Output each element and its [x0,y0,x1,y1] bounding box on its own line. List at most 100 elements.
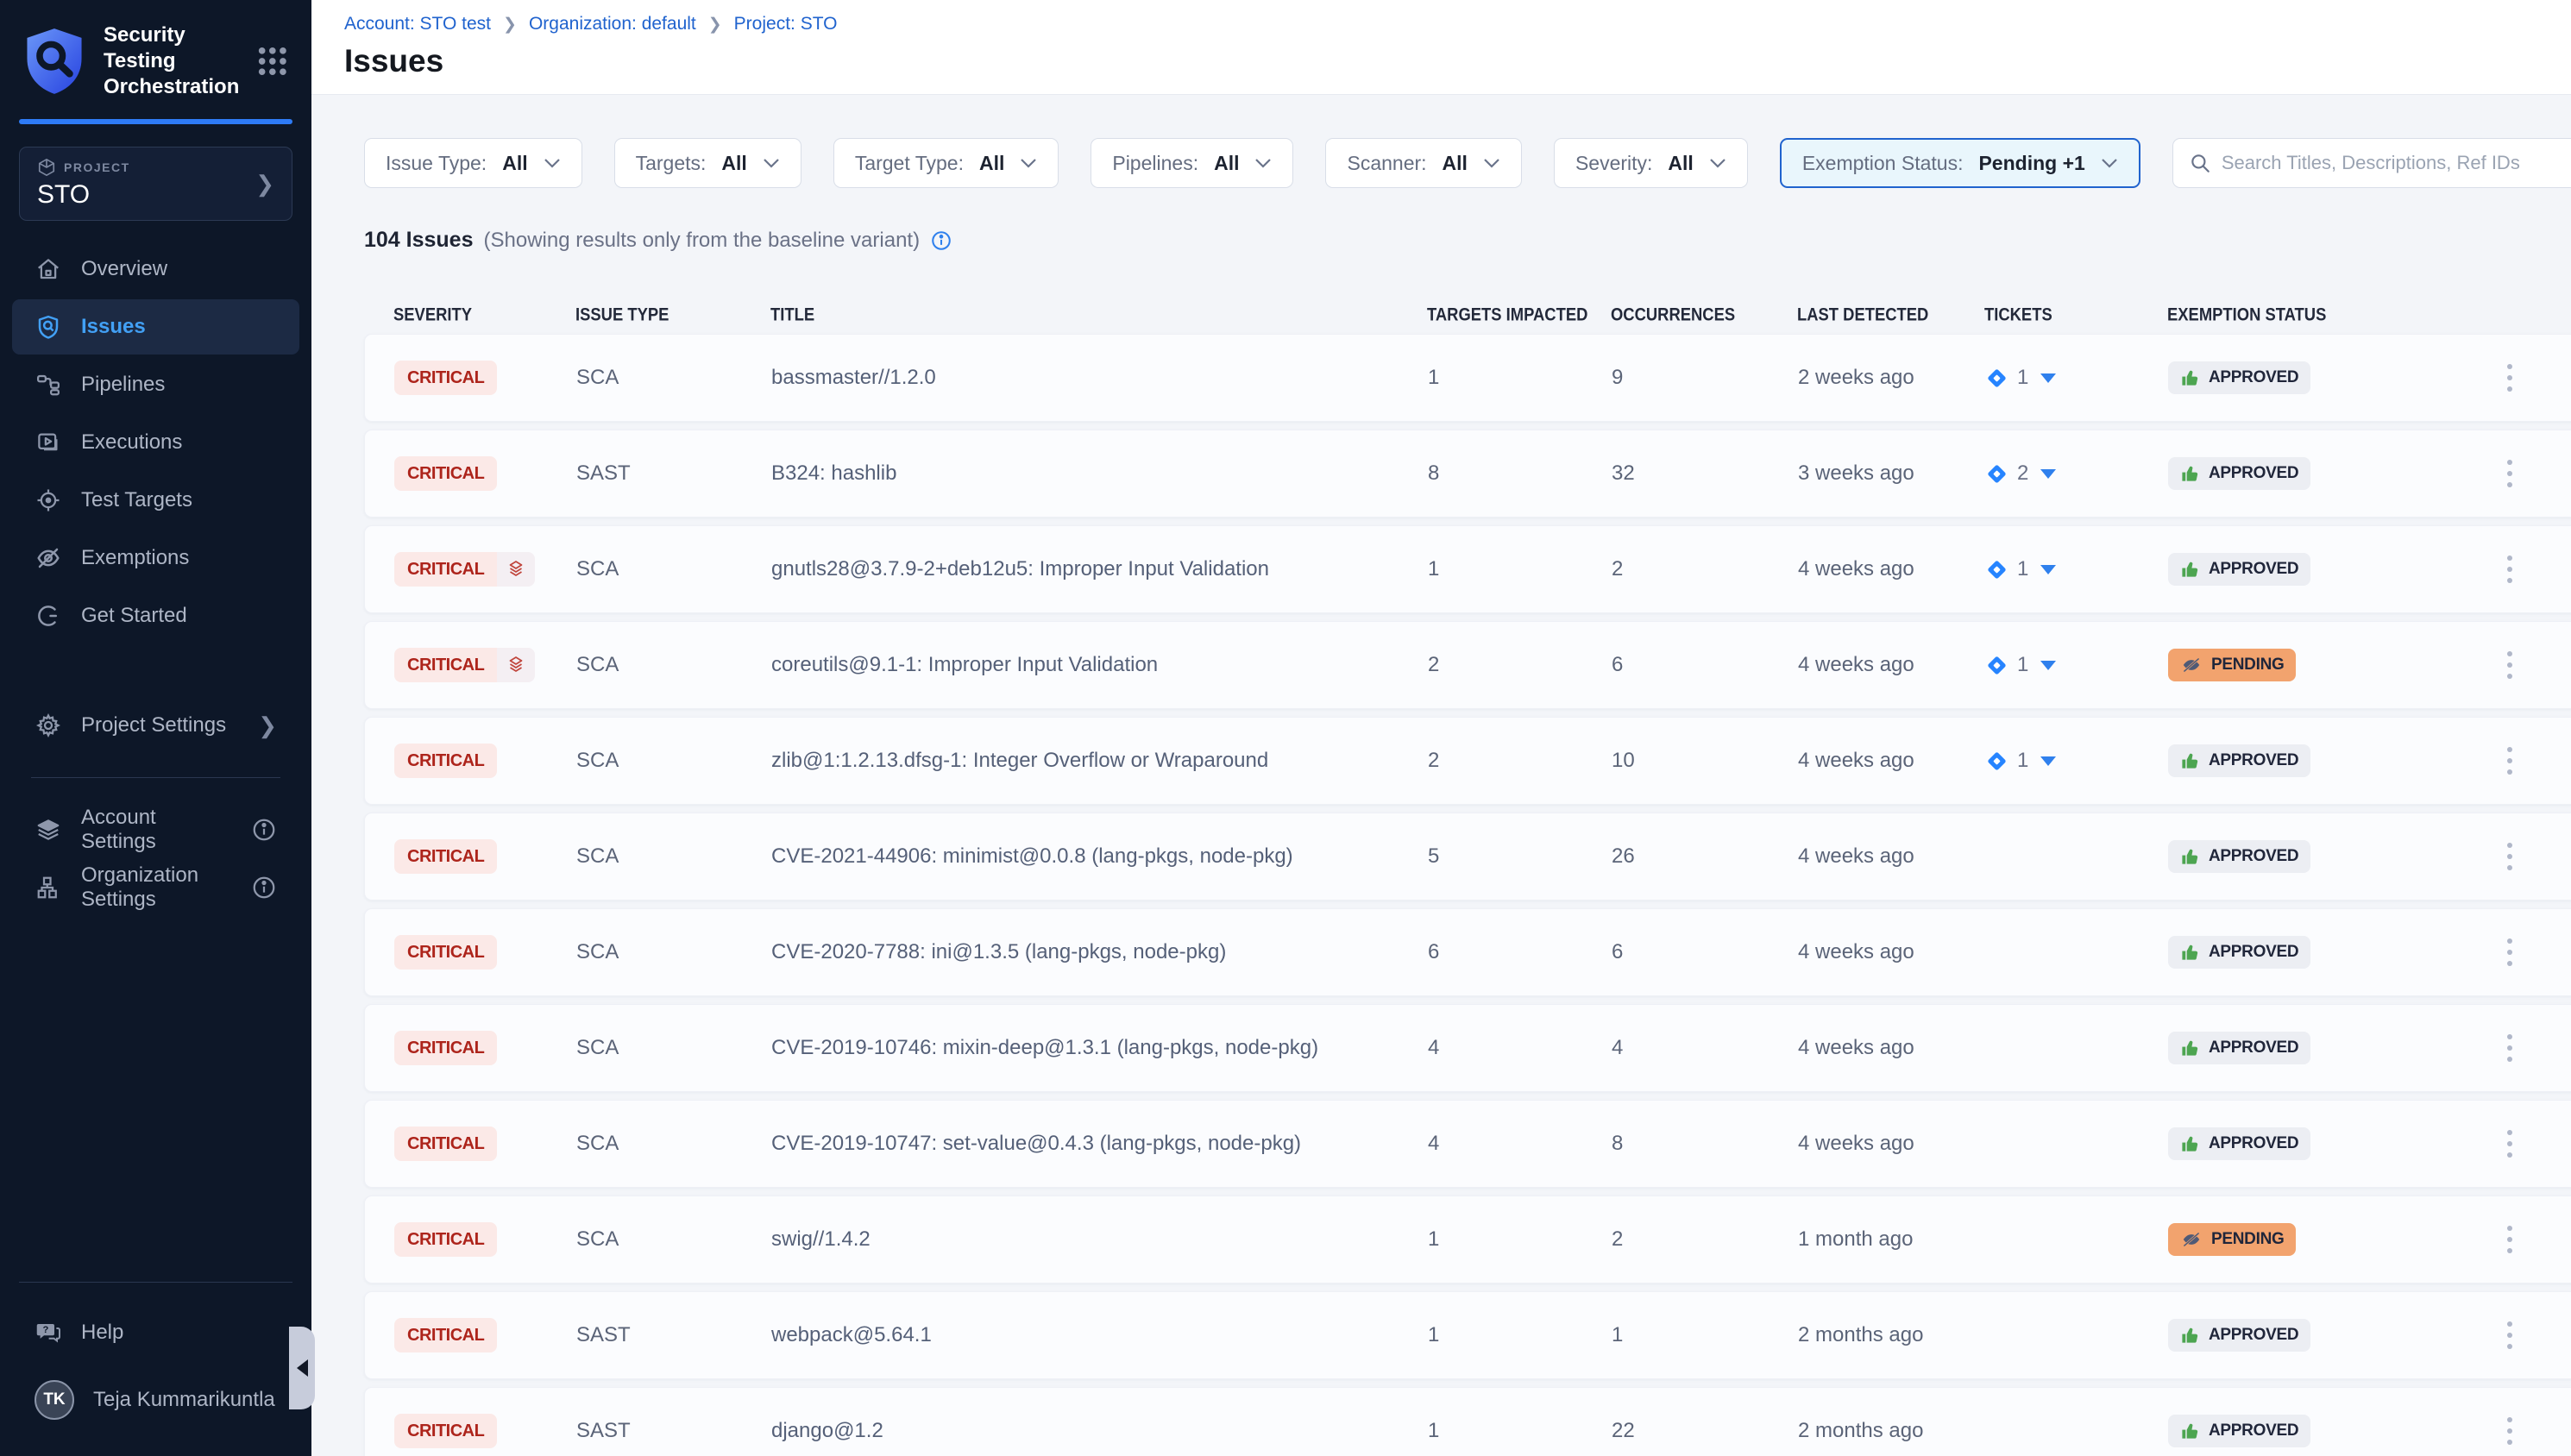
row-menu-kebab[interactable] [2495,740,2524,781]
sidebar-item-overview[interactable]: Overview [12,242,299,297]
sidebar-item-executions[interactable]: Executions [12,415,299,470]
col-header-tickets: TICKETS [1984,304,2153,325]
table-row[interactable]: CRITICAL SCA CVE-2021-44906: minimist@0.… [364,813,2571,901]
caret-down-icon[interactable] [2040,373,2056,383]
chevron-right-icon: ❯ [258,712,277,739]
table-row[interactable]: CRITICAL SCA CVE-2019-10747: set-value@0… [364,1100,2571,1188]
breadcrumb-account[interactable]: Account: STO test [344,14,491,35]
severity-badge: CRITICAL [394,361,497,395]
breadcrumb-organization[interactable]: Organization: default [529,14,696,35]
severity-label: CRITICAL [394,935,497,970]
sidebar-item-label: Test Targets [81,488,192,512]
table-row[interactable]: CRITICAL SAST webpack@5.64.1 1 1 2 month… [364,1291,2571,1379]
exemption-status-label: APPROVED [2209,560,2298,579]
caret-down-icon[interactable] [2040,756,2056,766]
row-menu-kebab[interactable] [2495,357,2524,399]
filter-dropdown-0[interactable]: Issue Type: All [364,138,582,188]
ticket-chip[interactable]: 1 [1985,749,2168,773]
row-menu-kebab[interactable] [2495,644,2524,686]
issue-type: SCA [576,1227,771,1252]
sidebar-item-project-settings[interactable]: Project Settings ❯ [12,698,299,753]
table-row[interactable]: CRITICAL SCA bassmaster//1.2.0 1 9 2 wee… [364,334,2571,422]
issue-title: django@1.2 [771,1419,1428,1443]
ticket-chip[interactable]: 2 [1985,461,2168,486]
last-detected: 4 weeks ago [1798,557,1985,581]
table-row[interactable]: CRITICAL SCA zlib@1:1.2.13.dfsg-1: Integ… [364,717,2571,805]
help-button[interactable]: ? Help [12,1305,299,1360]
ticket-chip[interactable]: 1 [1985,557,2168,581]
caret-down-icon[interactable] [2040,469,2056,479]
sidebar-item-get-started[interactable]: Get Started [12,588,299,643]
chevron-down-icon [1483,158,1500,168]
severity-badge: CRITICAL [394,1318,497,1352]
table-row[interactable]: CRITICAL SAST django@1.2 1 22 2 months a… [364,1387,2571,1456]
targets-impacted: 4 [1428,1036,1612,1060]
filter-dropdown-3[interactable]: Pipelines: All [1091,138,1293,188]
row-menu-kebab[interactable] [2495,453,2524,494]
info-icon[interactable] [251,817,277,843]
row-menu-kebab[interactable] [2495,1123,2524,1164]
row-menu-kebab[interactable] [2495,1410,2524,1452]
row-menu-kebab[interactable] [2495,1027,2524,1069]
filter-dropdown-5[interactable]: Severity: All [1554,138,1748,188]
issue-title: CVE-2019-10746: mixin-deep@1.3.1 (lang-p… [771,1036,1428,1060]
table-row[interactable]: CRITICAL SCA gnutls28@3.7.9-2+deb12u5: I… [364,525,2571,613]
project-selector[interactable]: PROJECT STO ❯ [19,147,292,221]
help-label: Help [81,1321,123,1345]
sidebar-item-issues[interactable]: Issues [12,299,299,355]
filter-dropdown-2[interactable]: Target Type: All [833,138,1059,188]
sto-shield-logo-icon [21,26,88,97]
issue-type: SCA [576,749,771,773]
table-row[interactable]: CRITICAL SCA CVE-2019-10746: mixin-deep@… [364,1004,2571,1092]
table-row[interactable]: CRITICAL SAST B324: hashlib 8 32 3 weeks… [364,430,2571,518]
issue-type: SAST [576,1323,771,1347]
info-icon[interactable] [251,875,277,901]
ticket-chip[interactable]: 1 [1985,366,2168,390]
breadcrumb-project[interactable]: Project: STO [734,14,838,35]
sidebar-item-test-targets[interactable]: Test Targets [12,473,299,528]
search-input[interactable] [2222,152,2568,174]
occurrences: 32 [1612,461,1798,486]
sidebar-item-pipelines[interactable]: Pipelines [12,357,299,412]
sidebar-item-exemptions[interactable]: Exemptions [12,530,299,586]
sidebar-item-label: Executions [81,430,182,455]
ticket-count: 1 [2017,557,2028,581]
info-icon[interactable] [930,229,952,252]
targets-impacted: 1 [1428,366,1612,390]
filter-dropdown-1[interactable]: Targets: All [614,138,801,188]
caret-down-icon[interactable] [2040,661,2056,670]
row-menu-kebab[interactable] [2495,1219,2524,1260]
issue-type: SAST [576,461,771,486]
filter-dropdown-4[interactable]: Scanner: All [1325,138,1521,188]
org-gear-icon [35,874,62,901]
table-row[interactable]: CRITICAL SCA swig//1.4.2 1 2 1 month ago… [364,1196,2571,1283]
sidebar-nav: Overview Issues Pipelines Executions [0,242,311,918]
exemption-status-badge: APPROVED [2168,936,2310,969]
ticket-count: 1 [2017,366,2028,390]
filter-label: Targets: [636,152,707,175]
row-menu-kebab[interactable] [2495,932,2524,973]
sidebar-item-account-settings[interactable]: Account Settings [12,802,299,857]
caret-down-icon[interactable] [2040,565,2056,574]
project-label: PROJECT [64,160,130,174]
table-row[interactable]: CRITICAL SCA coreutils@9.1-1: Improper I… [364,621,2571,709]
filter-value: All [1443,152,1468,175]
last-detected: 4 weeks ago [1798,1036,1985,1060]
filter-label: Scanner: [1347,152,1426,175]
ticket-chip[interactable]: 1 [1985,653,2168,677]
sidebar-item-organization-settings[interactable]: Organization Settings [12,860,299,915]
row-menu-kebab[interactable] [2495,549,2524,590]
sidebar-collapse-handle[interactable] [289,1327,315,1409]
user-menu[interactable]: TK Teja Kummarikuntla [12,1372,299,1428]
severity-label: CRITICAL [394,361,497,395]
module-grid-icon[interactable] [255,41,291,81]
chevron-down-icon [544,158,561,168]
filter-dropdown-6[interactable]: Exemption Status: Pending +1 [1780,138,2140,188]
col-header-exemption-status: EXEMPTION STATUS [2167,304,2430,325]
exemption-status-badge: APPROVED [2168,361,2310,394]
table-row[interactable]: CRITICAL SCA CVE-2020-7788: ini@1.3.5 (l… [364,908,2571,996]
issue-title: coreutils@9.1-1: Improper Input Validati… [771,653,1428,677]
row-menu-kebab[interactable] [2495,1315,2524,1356]
issue-title: webpack@5.64.1 [771,1323,1428,1347]
row-menu-kebab[interactable] [2495,836,2524,877]
